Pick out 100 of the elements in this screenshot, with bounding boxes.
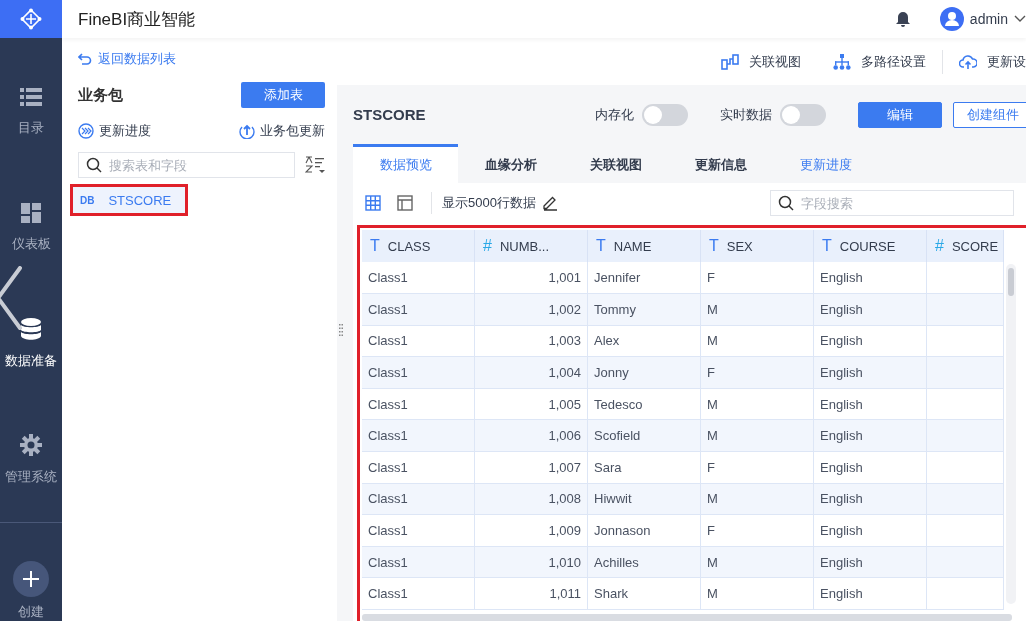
search-icon	[86, 157, 102, 173]
table-cell: Sara	[588, 452, 701, 484]
gear-icon	[20, 434, 42, 456]
row-limit-label: 显示5000行数据	[442, 194, 536, 213]
table-title: STSCORE	[353, 106, 427, 124]
column-header[interactable]: # SCORE	[927, 230, 1004, 263]
table-cell: English	[814, 578, 927, 610]
sort-icon[interactable]	[305, 156, 325, 174]
tab[interactable]: 血缘分析	[458, 144, 563, 184]
layout-icon[interactable]	[397, 195, 413, 212]
search-field[interactable]: 搜索表和字段	[78, 152, 295, 178]
chevron-down-icon	[1014, 15, 1026, 23]
edit-button[interactable]: 编辑	[858, 101, 942, 128]
table-cell: F	[701, 357, 814, 389]
hierarchy-icon	[833, 53, 851, 70]
table-cell: English	[814, 483, 927, 516]
column-header[interactable]: T CLASS	[362, 230, 475, 263]
list-icon	[20, 87, 42, 107]
chevron-icon	[0, 266, 22, 330]
table-cell: 1,006	[475, 420, 588, 453]
table-cell: English	[814, 452, 927, 484]
nav-item[interactable]: 数据准备	[0, 286, 62, 402]
back-arrow-icon	[78, 53, 92, 65]
pencil-icon[interactable]	[541, 195, 558, 212]
field-search[interactable]: 字段搜索	[770, 190, 1014, 217]
create-label: 创建	[18, 603, 44, 621]
table-cell: M	[701, 483, 814, 516]
toggle-switch[interactable]	[780, 103, 826, 126]
table-cell: 1,007	[475, 452, 588, 484]
back-link[interactable]: 返回数据列表	[78, 50, 176, 68]
table-cell: M	[701, 578, 814, 610]
table-cell: English	[814, 357, 927, 389]
nav-item[interactable]: 目录	[0, 54, 62, 170]
table-cell: F	[701, 515, 814, 547]
toggle-label: 实时数据	[720, 105, 772, 124]
column-header[interactable]: T SEX	[701, 230, 814, 263]
toolbar-button[interactable]: 关联视图	[705, 52, 817, 71]
add-table-button[interactable]: 添加表	[241, 82, 325, 108]
table-cell: Shark	[588, 578, 701, 610]
table-cell: Tommy	[588, 294, 701, 326]
create-component-button[interactable]: 创建组件	[953, 101, 1026, 128]
panel-title: 业务包	[78, 85, 123, 105]
table-cell: English	[814, 546, 927, 579]
table-cell: M	[701, 546, 814, 579]
bell-icon	[895, 11, 910, 27]
tab[interactable]: 更新信息	[668, 144, 773, 184]
scrollbar[interactable]	[362, 614, 1012, 621]
search-icon	[778, 195, 794, 212]
table-cell: Class1	[362, 515, 475, 547]
create-button[interactable]	[13, 561, 49, 597]
scrollbar[interactable]	[1006, 264, 1016, 605]
table-cell: Class1	[362, 452, 475, 484]
table-cell: 1,002	[475, 294, 588, 326]
table-cell: English	[814, 420, 927, 453]
table-cell: Class1	[362, 546, 475, 579]
nav-item[interactable]: 仪表板	[0, 170, 62, 286]
grid-icon[interactable]	[365, 195, 381, 212]
table-cell: 1,009	[475, 515, 588, 547]
table-cell: Jonny	[588, 357, 701, 389]
table-cell: Class1	[362, 420, 475, 453]
table-cell: Class1	[362, 357, 475, 389]
tab[interactable]: 数据预览	[353, 144, 458, 184]
table-cell: M	[701, 420, 814, 453]
toolbar-button[interactable]: 更新设	[942, 49, 1026, 74]
tab-link[interactable]: 更新进度	[773, 144, 878, 184]
table-cell: 1,010	[475, 546, 588, 579]
table-cell: Class1	[362, 294, 475, 326]
user-menu[interactable]: admin	[939, 7, 1026, 31]
table-cell: M	[701, 294, 814, 326]
table-cell: 1,004	[475, 357, 588, 389]
table-item[interactable]: DB STSCORE	[70, 184, 188, 216]
relation-icon	[721, 53, 739, 70]
table-cell: Scofield	[588, 420, 701, 453]
table-cell: English	[814, 515, 927, 547]
update-progress-link[interactable]: 更新进度	[78, 122, 151, 140]
column-header[interactable]: T NAME	[588, 230, 701, 263]
table-cell: Class1	[362, 483, 475, 516]
table-cell: Achilles	[588, 546, 701, 579]
avatar-icon	[939, 7, 964, 31]
package-update-link[interactable]: 业务包更新	[239, 122, 325, 140]
toggle-label: 内存化	[595, 105, 634, 124]
plus-icon	[22, 570, 40, 588]
table-cell: Jonnason	[588, 515, 701, 547]
drag-handle-icon	[339, 323, 343, 336]
table-cell: Hiwwit	[588, 483, 701, 516]
progress-icon	[78, 123, 94, 139]
app-title: FineBI商业智能	[78, 8, 197, 31]
column-header[interactable]: # NUMB...	[475, 230, 588, 263]
upload-icon	[239, 123, 255, 139]
toggle-switch[interactable]	[642, 103, 688, 126]
tab[interactable]: 关联视图	[563, 144, 668, 184]
dashboard-icon	[21, 203, 41, 223]
toolbar-button[interactable]: 多路径设置	[817, 52, 942, 71]
nav-item[interactable]: 管理系统	[0, 402, 62, 518]
table-cell: 1,008	[475, 483, 588, 516]
table-cell: Class1	[362, 578, 475, 610]
cloud-icon	[959, 53, 977, 70]
column-header[interactable]: T COURSE	[814, 230, 927, 263]
table-cell: 1,011	[475, 578, 588, 610]
table-cell: F	[701, 452, 814, 484]
